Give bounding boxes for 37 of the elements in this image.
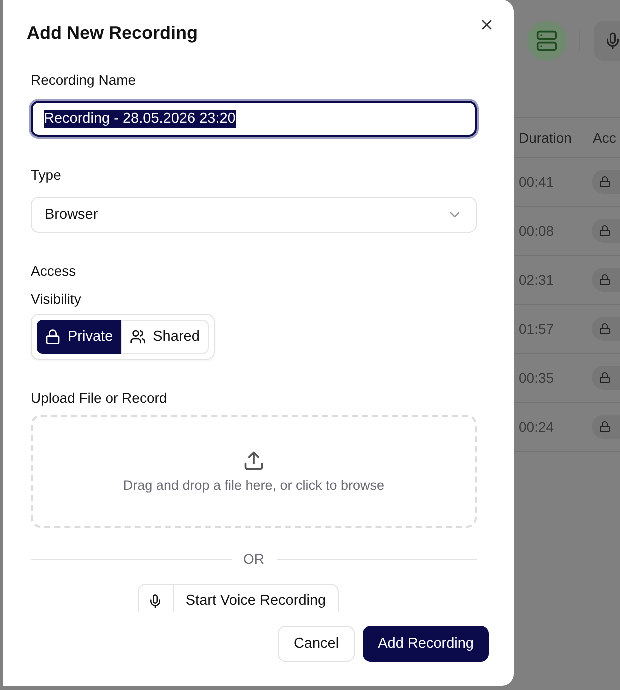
- duration-cell-text: 00:08: [518, 223, 556, 239]
- field-label: Visibility: [31, 290, 82, 309]
- or-divider-text: OR: [244, 551, 264, 567]
- lock-icon: [599, 176, 611, 188]
- column-header: Acc: [592, 130, 618, 146]
- users-icon: [130, 329, 146, 345]
- drop-hint: Drag and drop a file here, or click to browse: [123, 478, 385, 493]
- visibility-option[interactable]: Shared: [121, 320, 209, 354]
- lock-icon: [599, 323, 611, 335]
- lock-icon: [599, 225, 611, 237]
- field-label: Recording Name: [31, 71, 138, 90]
- column-header: Duration: [518, 130, 573, 146]
- section-heading: Access: [31, 262, 78, 281]
- lock-icon: [45, 329, 61, 345]
- visibility-option[interactable]: Private: [37, 320, 122, 354]
- duration-cell-text: 00:41: [518, 174, 556, 190]
- mic-icon: [604, 32, 620, 50]
- type-select[interactable]: Browser: [31, 197, 477, 233]
- name-input-field[interactable]: Recording - 28.05.2026 23:20: [31, 101, 477, 137]
- field-label: Upload File or Record: [31, 389, 168, 408]
- voice-record-button[interactable]: Start Voice Recording: [138, 584, 340, 612]
- duration-cell-text: 02:31: [518, 272, 556, 288]
- duration-cell-text: 01:57: [518, 321, 556, 337]
- upload-icon: [243, 450, 265, 472]
- field-label: Type: [31, 166, 62, 185]
- duration-cell-text: 00:35: [518, 370, 556, 386]
- lock-icon: [599, 421, 611, 433]
- server-icon: [536, 30, 558, 52]
- lock-icon: [599, 274, 611, 286]
- cancel-button[interactable]: Cancel: [278, 626, 356, 662]
- duration-cell-text: 00:24: [518, 419, 556, 435]
- drop-zone[interactable]: Drag and drop a file here, or click to browse: [31, 415, 477, 528]
- dialog-title: Add New Recording: [27, 22, 198, 45]
- server-button[interactable]: [527, 21, 567, 61]
- mic-icon: [148, 594, 164, 608]
- add-recording-button[interactable]: Add Recording: [363, 626, 489, 662]
- lock-icon: [599, 372, 611, 384]
